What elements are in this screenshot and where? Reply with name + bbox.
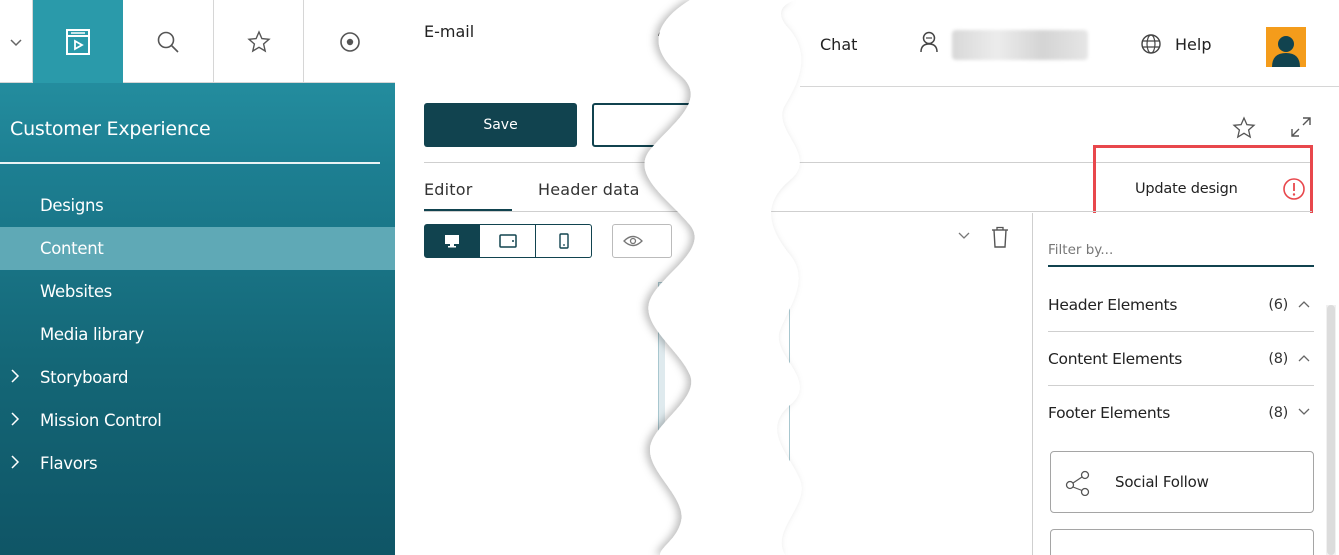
secondary-button[interactable] (592, 103, 722, 147)
mobile-icon (558, 233, 569, 249)
sidebar-icon-bar (0, 0, 395, 83)
chevron-right-icon (11, 455, 20, 469)
chevron-down-icon[interactable] (958, 232, 970, 240)
sidebar-item-designs[interactable]: Designs (0, 184, 395, 227)
divider (424, 211, 800, 212)
editor-panel: E-mail Save Editor Header data (400, 0, 800, 555)
category-count: (6) (1268, 296, 1288, 313)
sidebar-item-storyboard[interactable]: Storyboard (0, 356, 395, 399)
mobile-view-button[interactable] (536, 224, 592, 258)
email-canvas[interactable] (658, 282, 790, 465)
category-count: (8) (1268, 350, 1288, 367)
sidebar-item-content[interactable]: Content (0, 227, 395, 270)
chevron-right-icon (11, 412, 20, 426)
right-panel: Chat Help Update design Header Elements … (800, 0, 1339, 555)
element-card-partial[interactable] (1050, 529, 1314, 555)
category-count: (8) (1268, 405, 1288, 421)
sidebar-item-label: Flavors (40, 454, 98, 473)
chevron-down-icon (1298, 408, 1310, 415)
chevron-right-icon (11, 369, 20, 383)
top-bar: Chat Help (800, 0, 1339, 87)
sidebar-item-media-library[interactable]: Media library (0, 313, 395, 356)
user-name-redacted (952, 30, 1088, 60)
element-card-social-follow[interactable]: Social Follow (1050, 451, 1314, 513)
content-module-button[interactable] (33, 0, 123, 83)
category-footer-elements[interactable]: Footer Elements (8) (1048, 386, 1314, 440)
sidebar-item-label: Media library (40, 325, 144, 344)
category-label: Footer Elements (1048, 404, 1170, 422)
sidebar-item-label: Content (40, 239, 104, 258)
sidebar-item-label: Storyboard (40, 368, 129, 387)
sidebar-item-flavors[interactable]: Flavors (0, 442, 395, 485)
star-icon (246, 29, 271, 52)
avatar-person-icon (1272, 36, 1300, 67)
sidebar-collapse-button[interactable] (0, 0, 33, 83)
tab-editor[interactable]: Editor (424, 180, 473, 199)
elements-panel: Header Elements (6) Content Elements (8)… (1032, 213, 1339, 555)
chevron-up-icon (1298, 355, 1310, 362)
sidebar-title: Customer Experience (10, 118, 211, 140)
eye-icon (623, 235, 643, 247)
favorite-star-icon[interactable] (1232, 116, 1256, 140)
update-design-button[interactable]: Update design (1135, 181, 1238, 197)
trash-icon[interactable] (990, 226, 1010, 248)
avatar[interactable] (1266, 27, 1306, 67)
desktop-icon (445, 235, 459, 248)
save-button[interactable]: Save (424, 103, 577, 147)
sidebar-item-label: Mission Control (40, 411, 162, 430)
share-icon (1065, 470, 1090, 496)
card-label: Social Follow (1115, 473, 1209, 491)
tab-header-data[interactable]: Header data (538, 180, 640, 199)
category-header-elements[interactable]: Header Elements (6) (1048, 278, 1314, 332)
divider (800, 211, 1312, 212)
scrollbar[interactable] (1326, 305, 1336, 555)
sidebar-item-websites[interactable]: Websites (0, 270, 395, 313)
help-link[interactable]: Help (1175, 35, 1211, 54)
user-icon[interactable] (918, 30, 940, 56)
divider (424, 162, 800, 163)
preview-button[interactable] (612, 224, 672, 258)
search-button[interactable] (123, 0, 214, 83)
content-icon (66, 28, 90, 55)
tablet-view-button[interactable] (480, 224, 536, 258)
pencil-icon[interactable] (656, 24, 670, 38)
page-title: E-mail (424, 22, 475, 41)
device-toggle (424, 224, 592, 258)
tablet-icon (498, 234, 517, 248)
chevron-up-icon (1298, 301, 1310, 308)
favorites-button[interactable] (214, 0, 304, 83)
scrollbar-thumb[interactable] (1327, 305, 1335, 555)
sidebar-item-mission-control[interactable]: Mission Control (0, 399, 395, 442)
sidebar: Customer Experience Designs Content Webs… (0, 0, 395, 555)
target-button[interactable] (304, 0, 395, 83)
category-content-elements[interactable]: Content Elements (8) (1048, 332, 1314, 386)
desktop-view-button[interactable] (424, 224, 480, 258)
globe-icon[interactable] (1140, 33, 1162, 55)
category-label: Content Elements (1048, 349, 1183, 368)
target-icon (339, 31, 360, 52)
sidebar-item-label: Designs (40, 196, 104, 215)
sidebar-nav: Designs Content Websites Media library S… (0, 184, 395, 485)
sidebar-divider (0, 162, 380, 164)
chevron-down-icon (10, 38, 22, 46)
alert-icon (1283, 178, 1305, 200)
canvas-gutter (659, 283, 665, 465)
sidebar-item-label: Websites (40, 282, 112, 301)
filter-input[interactable] (1048, 235, 1314, 267)
chat-link[interactable]: Chat (820, 35, 857, 54)
expand-icon[interactable] (1290, 116, 1312, 138)
category-label: Header Elements (1048, 295, 1178, 314)
search-icon (157, 31, 179, 53)
